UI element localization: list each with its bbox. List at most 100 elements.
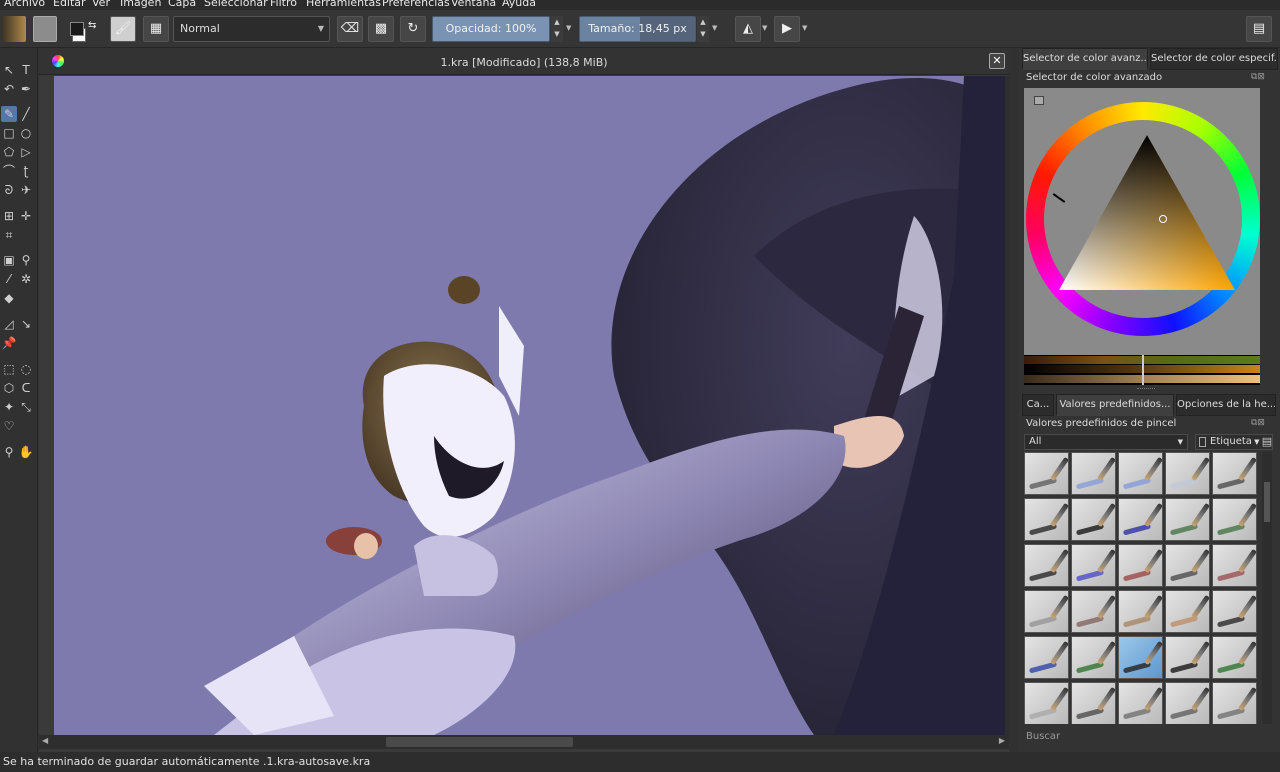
tab-advanced-color-selector[interactable]: Selector de color avanz... <box>1022 48 1148 70</box>
menu-imagen[interactable]: Imagen <box>120 0 161 9</box>
measure-tool-icon[interactable]: ↘ <box>18 316 34 332</box>
ellipse-tool-icon[interactable]: ○ <box>18 125 34 141</box>
menu-ver[interactable]: Ver <box>92 0 110 9</box>
foreground-color-swatch[interactable] <box>70 22 84 36</box>
menu-seleccionar[interactable]: Seleccionar <box>204 0 268 9</box>
menu-filtro[interactable]: Filtro <box>270 0 297 9</box>
mirror-vertical-icon[interactable]: ▶ <box>774 16 800 42</box>
preset-scroll-thumb[interactable] <box>1264 482 1270 522</box>
menu-capa[interactable]: Capa <box>168 0 196 9</box>
gradient-tool-icon[interactable]: ▣ <box>1 252 17 268</box>
mirror-v-chevron-icon[interactable]: ▼ <box>802 24 807 32</box>
brush-preset-item[interactable] <box>1024 498 1069 541</box>
brush-preset-item[interactable] <box>1024 590 1069 633</box>
reload-preset-icon[interactable]: ↻ <box>400 16 426 42</box>
text-tool-icon[interactable]: T <box>18 62 34 78</box>
opacity-slider[interactable]: Opacidad: 100% <box>432 16 550 42</box>
scroll-right-icon[interactable]: ▶ <box>999 736 1005 745</box>
workspace-menu-icon[interactable]: ▤ <box>1246 16 1272 42</box>
similar-select-icon[interactable]: ⤡ <box>18 399 34 415</box>
freehand-select-icon[interactable]: ᑕ <box>18 380 34 396</box>
polygon-tool-icon[interactable]: ⬠ <box>1 144 17 160</box>
brush-editor-icon[interactable]: ▦ <box>143 16 169 42</box>
preset-scrollbar[interactable] <box>1262 452 1272 724</box>
brush-preset-item[interactable] <box>1165 682 1210 724</box>
contiguous-select-icon[interactable]: ✦ <box>1 399 17 415</box>
brush-preset-item[interactable] <box>1212 590 1257 633</box>
dynamic-brush-icon[interactable]: ᘐ <box>1 182 17 198</box>
preserve-alpha-icon[interactable]: ▩ <box>368 16 394 42</box>
color-history-bars[interactable] <box>1024 355 1260 385</box>
rect-select-icon[interactable]: ⬚ <box>1 361 17 377</box>
brush-preset-item[interactable] <box>1212 452 1257 495</box>
document-tab[interactable]: 1.kra [Modificado] (138,8 MiB) ✕ <box>39 48 1009 75</box>
menu-preferencias[interactable]: Preferencias <box>382 0 450 9</box>
brush-preset-item[interactable] <box>1024 636 1069 679</box>
brush-preset-item[interactable] <box>1071 498 1116 541</box>
brush-preset-item[interactable] <box>1118 636 1163 679</box>
bezier-select-icon[interactable]: ♡ <box>1 418 17 434</box>
tab-tool-options[interactable]: Opciones de la he... <box>1176 394 1276 416</box>
reference-tool-icon[interactable]: 📌 <box>1 335 17 351</box>
float-presets-icon[interactable]: ⧉⊠ <box>1251 418 1265 428</box>
brush-preset-item[interactable] <box>1212 636 1257 679</box>
eraser-mode-icon[interactable]: ⌫ <box>337 16 363 42</box>
polyline-tool-icon[interactable]: ▷ <box>18 144 34 160</box>
mirror-h-chevron-icon[interactable]: ▼ <box>762 24 767 32</box>
brush-preset-item[interactable] <box>1118 590 1163 633</box>
multibrush-icon[interactable]: ✈ <box>18 182 34 198</box>
size-spinner[interactable]: ▲ ▼ <box>697 16 709 42</box>
ellipse-select-icon[interactable]: ◌ <box>18 361 34 377</box>
freehand-brush-icon[interactable]: ✎ <box>1 106 17 122</box>
colorize-mask-icon[interactable]: ✲ <box>18 271 34 287</box>
smart-patch-icon[interactable]: ⁄ <box>1 271 17 287</box>
tab-ca[interactable]: Ca... <box>1022 394 1054 416</box>
vertical-scrollbar[interactable] <box>1005 76 1009 735</box>
preset-search-input[interactable]: Buscar <box>1024 730 1260 748</box>
brush-preset-item[interactable] <box>1165 544 1210 587</box>
brush-preset-item[interactable] <box>1071 544 1116 587</box>
assistant-tool-icon[interactable]: ◿ <box>1 316 17 332</box>
fill-tool-icon[interactable]: ◆ <box>1 290 17 306</box>
menu-ayuda[interactable]: Ayuda <box>502 0 536 9</box>
horizontal-scrollbar[interactable]: ◀ ▶ <box>39 735 1009 749</box>
pattern-swatch-icon[interactable] <box>33 16 57 42</box>
rectangle-tool-icon[interactable]: □ <box>1 125 17 141</box>
color-wheel-panel[interactable] <box>1024 88 1260 355</box>
pan-tool-icon[interactable]: ✋ <box>18 444 34 460</box>
brush-preset-item[interactable] <box>1165 636 1210 679</box>
gradient-swatch-icon[interactable] <box>2 16 26 42</box>
move-tool-icon[interactable]: ✛ <box>18 208 34 224</box>
brush-preset-item[interactable] <box>1118 452 1163 495</box>
menu-editar[interactable]: Editar <box>53 0 86 9</box>
brush-preset-item[interactable] <box>1024 544 1069 587</box>
hue-ring[interactable] <box>1026 102 1260 336</box>
brush-preset-item[interactable] <box>1212 544 1257 587</box>
brush-preset-item[interactable] <box>1024 452 1069 495</box>
color-picker-icon[interactable]: ⚲ <box>18 252 34 268</box>
transform-tool-icon[interactable]: ⊞ <box>1 208 17 224</box>
menu-herramientas[interactable]: Herramientas <box>306 0 381 9</box>
brush-preset-item[interactable] <box>1165 452 1210 495</box>
brush-preset-item[interactable] <box>1165 590 1210 633</box>
brush-preset-item[interactable] <box>1118 544 1163 587</box>
polygon-select-icon[interactable]: ⬡ <box>1 380 17 396</box>
mirror-horizontal-icon[interactable]: ◭ <box>735 16 761 42</box>
brush-preset-item[interactable] <box>1071 452 1116 495</box>
swap-colors-icon[interactable]: ⇆ <box>88 20 96 31</box>
menu-ventana[interactable]: Ventana <box>451 0 496 9</box>
brush-preset-item[interactable] <box>1165 498 1210 541</box>
brush-preset-item[interactable] <box>1118 498 1163 541</box>
zoom-tool-icon[interactable]: ⚲ <box>1 444 17 460</box>
opacity-spinner[interactable]: ▲ ▼ <box>551 16 563 42</box>
brush-preset-icon[interactable]: 🖌 <box>110 16 136 42</box>
painting-canvas[interactable] <box>54 76 1005 735</box>
opacity-chevron-icon[interactable]: ▼ <box>566 24 571 32</box>
crop-tool-icon[interactable]: ⌗ <box>1 227 17 243</box>
brush-preset-item[interactable] <box>1071 590 1116 633</box>
calligraphy-icon[interactable]: ✒ <box>18 81 34 97</box>
scroll-left-icon[interactable]: ◀ <box>42 736 48 745</box>
brush-preset-item[interactable] <box>1071 682 1116 724</box>
brush-preset-item[interactable] <box>1024 682 1069 724</box>
blend-mode-dropdown[interactable]: Normal ▼ <box>173 16 330 42</box>
